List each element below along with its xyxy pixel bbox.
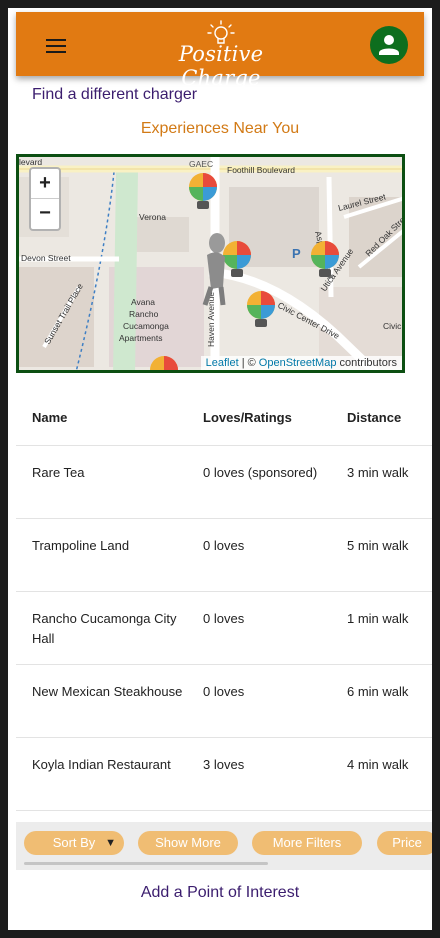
table-header: Name Loves/Ratings Distance	[16, 396, 432, 446]
svg-text:Devon Street: Devon Street	[21, 253, 71, 263]
zoom-out-button[interactable]: −	[31, 199, 59, 229]
table-row[interactable]: Rare Tea 0 loves (sponsored) 3 min walk	[16, 446, 432, 519]
poi-name[interactable]: New Mexican Steakhouse	[32, 682, 192, 702]
svg-text:Cucamonga: Cucamonga	[123, 321, 169, 331]
sort-by-label: Sort By	[52, 835, 96, 850]
zoom-in-button[interactable]: +	[31, 169, 59, 199]
poi-loves: 0 loves	[203, 611, 245, 626]
poi-loves: 0 loves	[203, 684, 245, 699]
user-icon	[379, 35, 399, 55]
app-page: Positive Charge Find a different charger…	[8, 8, 432, 930]
attribution-separator: | ©	[241, 357, 256, 369]
poi-distance: 6 min walk	[347, 684, 409, 699]
poi-distance: 4 min walk	[347, 757, 409, 772]
poi-distance: 5 min walk	[347, 538, 409, 553]
more-filters-button[interactable]: More Filters	[252, 831, 362, 855]
user-location-figure-icon	[199, 227, 229, 307]
chevron-down-icon: ▼	[105, 837, 116, 849]
column-header-loves[interactable]: Loves/Ratings	[203, 410, 333, 425]
table-row[interactable]: Trampoline Land 0 loves 5 min walk	[16, 519, 432, 592]
poi-name[interactable]: Koyla Indian Restaurant	[32, 755, 192, 775]
section-title: Experiences Near You	[140, 120, 300, 137]
map-marker-lightbulb-icon[interactable]	[183, 169, 223, 219]
svg-text:Civic: Civic	[383, 321, 402, 331]
poi-table: Name Loves/Ratings Distance Rare Tea 0 l…	[16, 396, 432, 811]
table-row[interactable]: New Mexican Steakhouse 0 loves 6 min wal…	[16, 665, 432, 738]
attribution-contributors: contributors	[339, 357, 397, 369]
hamburger-menu-icon[interactable]	[46, 39, 66, 53]
map-marker-lightbulb-icon[interactable]	[305, 237, 345, 287]
leaflet-link[interactable]: Leaflet	[206, 357, 239, 369]
svg-text:GAEC: GAEC	[189, 159, 213, 169]
find-different-charger-link[interactable]: Find a different charger	[32, 86, 197, 104]
table-row[interactable]: Rancho Cucamonga City Hall 0 loves 1 min…	[16, 592, 432, 665]
map-attribution: Leaflet | © OpenStreetMap contributors	[200, 356, 402, 370]
svg-text:levard: levard	[19, 157, 42, 167]
poi-name[interactable]: Rare Tea	[32, 463, 192, 483]
svg-text:P: P	[292, 246, 301, 261]
column-header-name[interactable]: Name	[32, 410, 192, 425]
openstreetmap-link[interactable]: OpenStreetMap	[259, 357, 337, 369]
poi-name[interactable]: Rancho Cucamonga City Hall	[32, 609, 192, 649]
svg-text:Foothill Boulevard: Foothill Boulevard	[227, 165, 295, 175]
table-row[interactable]: Koyla Indian Restaurant 3 loves 4 min wa…	[16, 738, 432, 811]
horizontal-scrollbar[interactable]	[24, 862, 268, 865]
filter-bar[interactable]: Sort By ▼ Show More More Filters Price	[16, 822, 432, 870]
poi-loves: 0 loves (sponsored)	[203, 465, 318, 480]
poi-loves: 3 loves	[203, 757, 245, 772]
poi-name[interactable]: Trampoline Land	[32, 536, 192, 556]
add-point-of-interest-link[interactable]: Add a Point of Interest	[8, 884, 432, 902]
avatar[interactable]	[370, 26, 408, 64]
brand-logo: Positive Charge	[146, 20, 296, 90]
svg-text:Apartments: Apartments	[119, 333, 162, 343]
map[interactable]: levard GAEC Foothill Boulevard Laurel St…	[16, 154, 405, 373]
svg-text:Rancho: Rancho	[129, 309, 159, 319]
app-header: Positive Charge	[16, 12, 424, 90]
show-more-button[interactable]: Show More	[138, 831, 238, 855]
map-marker-lightbulb-icon[interactable]	[241, 287, 281, 337]
svg-text:Verona: Verona	[139, 212, 166, 222]
poi-distance: 3 min walk	[347, 465, 409, 480]
price-filter-button[interactable]: Price	[377, 831, 432, 855]
sort-by-select[interactable]: Sort By ▼	[24, 831, 124, 855]
map-marker-lightbulb-icon[interactable]	[144, 352, 184, 370]
svg-text:Avana: Avana	[131, 297, 155, 307]
column-header-distance[interactable]: Distance	[347, 410, 427, 425]
zoom-control: + −	[29, 167, 61, 231]
poi-loves: 0 loves	[203, 538, 245, 553]
brand-name: Positive Charge	[178, 42, 264, 90]
poi-distance: 1 min walk	[347, 611, 409, 626]
